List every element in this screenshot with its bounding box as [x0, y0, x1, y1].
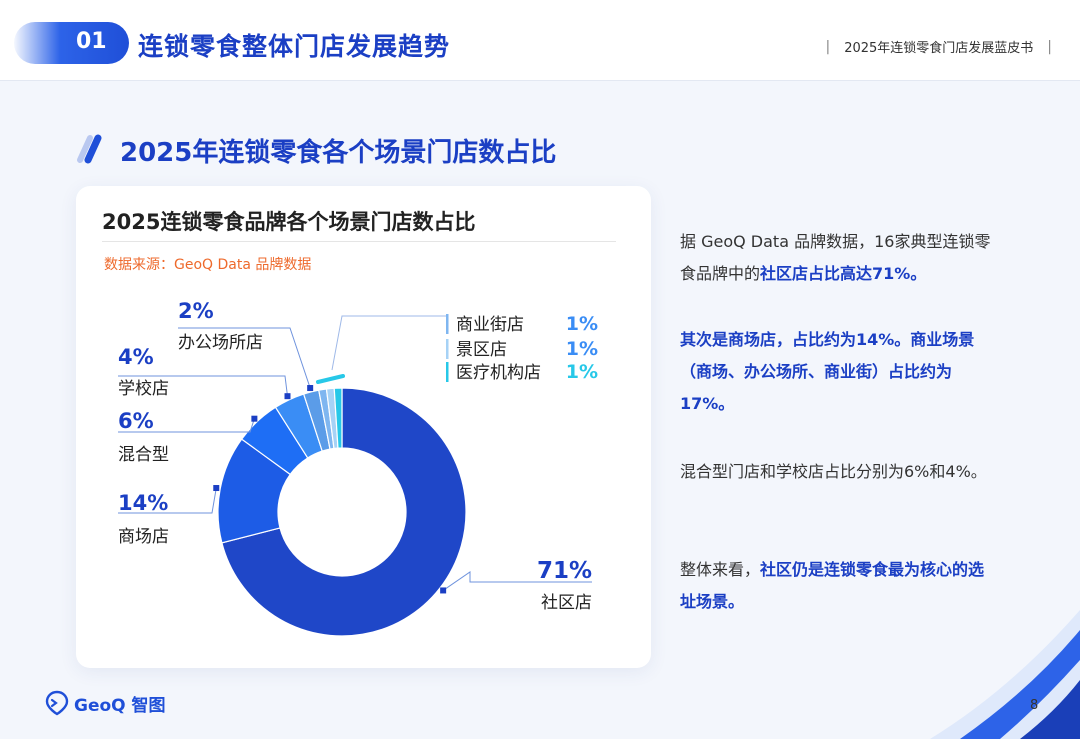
pct-label-4: 2%	[178, 299, 214, 323]
pct-label-6: 1%	[566, 338, 598, 360]
cat-label-2: 混合型	[118, 445, 169, 465]
geoq-logo-icon	[45, 690, 69, 716]
cat-label-3: 学校店	[118, 379, 169, 399]
small-label-bar-6	[446, 339, 449, 359]
small-label-bar-7	[446, 362, 449, 382]
cat-label-1: 商场店	[118, 527, 169, 547]
label-0-marker	[440, 587, 447, 594]
summary-paragraph-3: 混合型门店和学校店占比分别为6%和4%。	[680, 462, 987, 481]
cat-label-6: 景区店	[456, 340, 507, 360]
small-label-bar-5	[446, 314, 449, 334]
cat-label-0: 社区店	[541, 593, 592, 613]
cat-label-4: 办公场所店	[178, 333, 263, 353]
pct-label-1: 14%	[118, 491, 168, 515]
summary-p4-text: 整体来看，	[680, 560, 761, 579]
summary-p2-highlight: 其次是商场店，占比约为14%。商业场景（商场、办公场所、商业街）占比约为17%。	[680, 330, 975, 413]
summary-paragraph-2: 其次是商场店，占比约为14%。商业场景（商场、办公场所、商业街）占比约为17%。	[680, 324, 1000, 420]
summary-paragraph-4: 整体来看，社区仍是连锁零食最为核心的选址场景。	[680, 554, 1000, 618]
page-number: 8	[1030, 698, 1039, 713]
label-2-marker	[251, 415, 258, 422]
label-3-marker	[284, 393, 291, 400]
summary-paragraph-1: 据 GeoQ Data 品牌数据，16家典型连锁零食品牌中的社区店占比高达71%…	[680, 226, 1000, 290]
small-slices-bracket	[316, 374, 345, 384]
small-slices-leader	[331, 315, 446, 371]
cat-label-7: 医疗机构店	[456, 363, 541, 383]
label-4-marker	[307, 385, 314, 392]
geoq-logo-text: GeoQ 智图	[74, 695, 166, 716]
pct-label-0: 71%	[537, 558, 592, 584]
summary-p1-highlight: 社区店占比高达71%。	[760, 264, 927, 283]
geoq-logo: GeoQ 智图	[44, 690, 166, 716]
pct-label-7: 1%	[566, 361, 598, 383]
label-1-marker	[213, 485, 220, 492]
cat-label-5: 商业街店	[456, 315, 524, 335]
pct-label-5: 1%	[566, 313, 598, 335]
pct-label-3: 4%	[118, 345, 154, 369]
pct-label-2: 6%	[118, 409, 154, 433]
